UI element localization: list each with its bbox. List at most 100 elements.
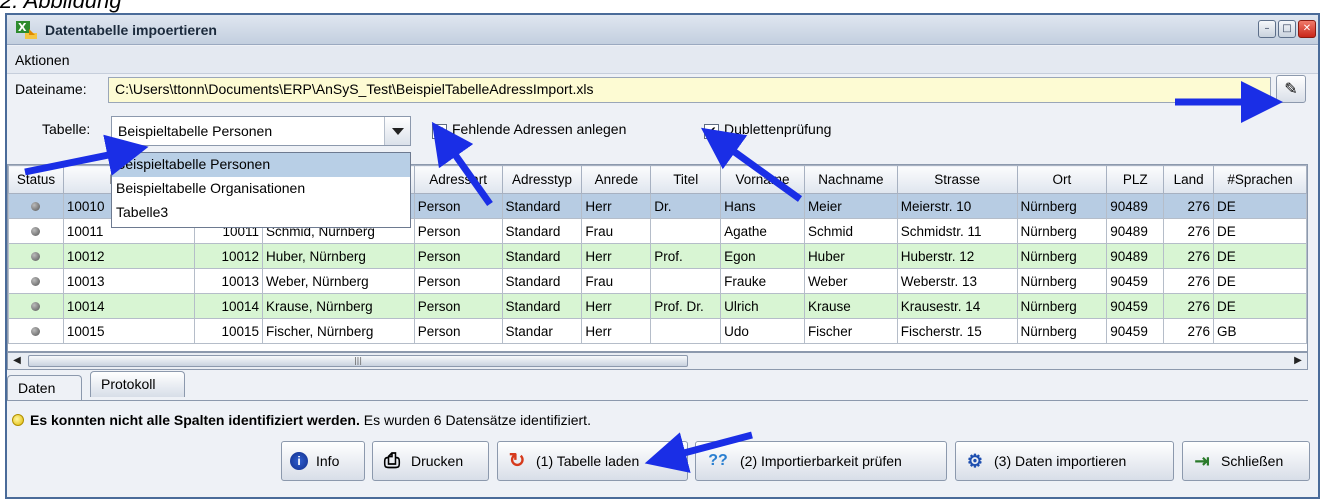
cell-plz: 90489 (1106, 243, 1165, 269)
maximize-button[interactable]: □ (1278, 20, 1296, 38)
cell-nachname: Huber (803, 243, 898, 269)
dropdown-option[interactable]: Beispieltabelle Personen (112, 153, 410, 177)
table-select[interactable]: Beispieltabelle Personen (111, 116, 411, 146)
table-row[interactable]: 10013 10013 Weber, Nürnberg Person Standard F… (8, 268, 1307, 294)
gear-icon: ⚙ (966, 451, 984, 471)
cell-anrede: Herr (581, 193, 652, 219)
cell-adressart: Person (413, 318, 503, 344)
scroll-thumb[interactable]: ||| (28, 355, 688, 367)
status-dot-icon (31, 301, 41, 311)
scroll-left-icon[interactable]: ◀ (9, 354, 25, 368)
table-row[interactable]: 10012 10012 Huber, Nürnberg Person Standard H… (8, 243, 1307, 269)
exit-door-icon: ⇥ (1194, 451, 1210, 471)
cell-vorname: Frauke (720, 268, 805, 294)
status-cell (8, 268, 64, 294)
import-data-button[interactable]: ⚙ (3) Daten importieren (955, 441, 1174, 481)
column-header[interactable]: Status (8, 165, 64, 194)
table-select-value: Beispieltabelle Personen (118, 123, 273, 139)
close-window-button[interactable]: ✕ (1298, 20, 1316, 38)
refresh-icon: ↻ (508, 450, 526, 472)
status-dot-icon (31, 226, 41, 236)
duplicates-checkbox[interactable]: ✔ (704, 124, 719, 139)
column-header[interactable]: Vorname (720, 165, 805, 194)
load-table-button[interactable]: ↻ (1) Tabelle laden (497, 441, 688, 481)
table-label: Tabelle: (42, 121, 91, 137)
cell-sprache: DE (1213, 243, 1307, 269)
missing-addresses-checkbox[interactable]: ✔ (432, 124, 447, 139)
cell-sprache: DE (1213, 293, 1307, 319)
close-button[interactable]: ⇥ Schließen (1182, 441, 1310, 481)
cell-kunde: 10012 (62, 243, 196, 269)
tab-daten[interactable]: Daten (7, 375, 82, 401)
minimize-button[interactable]: – (1258, 20, 1276, 38)
cell-sprache: DE (1213, 193, 1307, 219)
column-header[interactable]: Land (1163, 165, 1215, 194)
cell-sprache: DE (1213, 268, 1307, 294)
cell-anrede: Herr (581, 243, 652, 269)
column-header[interactable]: #Sprachen (1213, 165, 1307, 194)
cell-adresstyp: Standard (501, 243, 583, 269)
cell-plz: 90489 (1106, 193, 1165, 219)
cell-anrede: Frau (581, 268, 652, 294)
filename-field[interactable]: C:\Users\ttonn\Documents\ERP\AnSyS_Test\… (108, 77, 1271, 103)
cell-anrede: Herr (581, 318, 652, 344)
cell-vorname: Hans (720, 193, 805, 219)
cell-land: 276 (1163, 243, 1215, 269)
dropdown-arrow-icon[interactable] (384, 117, 410, 145)
cell-ort: Nürnberg (1016, 318, 1108, 344)
filename-label: Dateiname: (15, 81, 87, 97)
cell-nachname: Meier (803, 193, 898, 219)
cell-adressart: Person (413, 193, 503, 219)
status-normal: Es wurden 6 Datensätze identifiziert. (359, 412, 591, 428)
cell-titel (650, 318, 722, 344)
cell-adresstyp: Standard (501, 268, 583, 294)
cell-ort: Nürnberg (1016, 293, 1108, 319)
window-title: Datentabelle impoertieren (45, 22, 217, 38)
cell-adresstyp: Standard (501, 193, 583, 219)
browse-file-button[interactable]: ✎ (1276, 75, 1306, 103)
tab-protokoll[interactable]: Protokoll (90, 371, 185, 397)
cell-nr: 10014 (194, 293, 264, 319)
dropdown-option[interactable]: Beispieltabelle Organisationen (112, 177, 410, 201)
column-header[interactable]: Adressart (413, 165, 503, 194)
cell-anrede: Herr (581, 293, 652, 319)
column-header[interactable]: PLZ (1106, 165, 1165, 194)
print-label: Drucken (411, 453, 464, 469)
column-header[interactable]: Ort (1016, 165, 1108, 194)
cell-nachname: Schmid (803, 218, 898, 244)
print-button[interactable]: ⎙ Drucken (372, 441, 489, 481)
cell-nr: 10012 (194, 243, 264, 269)
scroll-right-icon[interactable]: ▶ (1290, 354, 1306, 368)
figure-caption: 2. Abbildung (0, 0, 122, 13)
dropdown-option[interactable]: Tabelle3 (112, 201, 410, 225)
cell-plz: 90489 (1106, 218, 1165, 244)
menu-actions[interactable]: Aktionen (15, 52, 69, 68)
cell-land: 276 (1163, 268, 1215, 294)
column-header[interactable]: Strasse (896, 165, 1018, 194)
column-header[interactable]: Nachname (803, 165, 898, 194)
cell-titel: Prof. Dr. (650, 293, 722, 319)
column-header[interactable]: Titel (650, 165, 722, 194)
table-row[interactable]: 10014 10014 Krause, Nürnberg Person Standard… (8, 293, 1307, 319)
check-importability-button[interactable]: ?? (2) Importierbarkeit prüfen (695, 441, 947, 481)
cell-strasse: Meierstr. 10 (896, 193, 1018, 219)
cell-land: 276 (1163, 218, 1215, 244)
cell-name: Fischer, Nürnberg (262, 318, 415, 344)
cell-anrede: Frau (581, 218, 652, 244)
cell-strasse: Schmidstr. 11 (896, 218, 1018, 244)
column-header[interactable]: Adresstyp (501, 165, 583, 194)
info-button[interactable]: i Info (281, 441, 365, 481)
menu-bar: Aktionen (7, 46, 1318, 74)
column-header[interactable]: Anrede (581, 165, 652, 194)
horizontal-scrollbar[interactable]: ◀ ||| ▶ (7, 352, 1308, 370)
info-icon: i (290, 452, 308, 470)
screenshot-root: 2. Abbildung X Datentabelle impoertieren… (0, 0, 1325, 499)
status-dot-icon (31, 276, 41, 286)
status-cell (8, 318, 64, 344)
table-row[interactable]: 10015 10015 Fischer, Nürnberg Person Standar… (8, 318, 1307, 344)
status-message: Es konnten nicht alle Spalten identifizi… (12, 412, 591, 428)
load-table-label: (1) Tabelle laden (536, 453, 640, 469)
cell-ort: Nürnberg (1016, 268, 1108, 294)
cell-strasse: Huberstr. 12 (896, 243, 1018, 269)
cell-plz: 90459 (1106, 318, 1165, 344)
